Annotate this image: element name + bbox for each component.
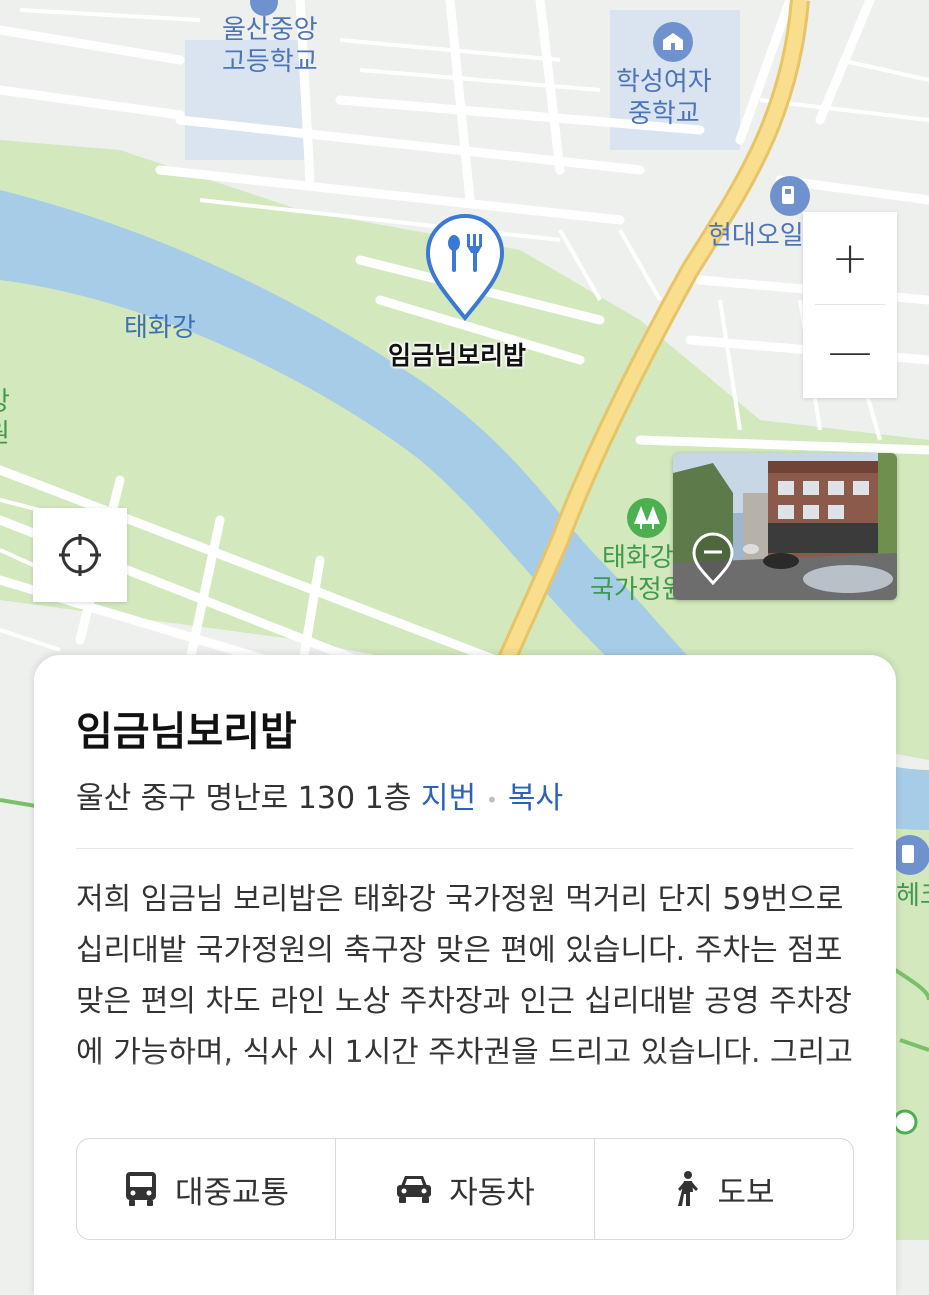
school-icon bbox=[653, 22, 693, 62]
address-text: 울산 중구 명난로 130 1층 bbox=[76, 781, 412, 816]
map-label-river: 태화강 bbox=[124, 313, 196, 343]
card-divider bbox=[76, 848, 854, 849]
place-description[interactable]: 저희 임금님 보리밥은 태화강 국가정원 먹거리 단지 59번으로 십리대밭 국… bbox=[76, 874, 856, 1092]
roadview-pin-icon bbox=[692, 532, 734, 586]
car-directions-button[interactable]: 자동차 bbox=[335, 1139, 594, 1239]
car-icon bbox=[397, 1176, 432, 1203]
place-info-card: 임금님보리밥 울산 중구 명난로 130 1층 지번 • 복사 저희 임금님 보리밥… bbox=[34, 655, 896, 1295]
walk-directions-button[interactable]: 도보 bbox=[594, 1139, 853, 1239]
transit-icon bbox=[892, 1109, 918, 1135]
transit-directions-button[interactable]: 대중교통 bbox=[77, 1139, 335, 1239]
map-label-park: 태화강 국가정원 bbox=[590, 543, 686, 605]
car-label: 자동차 bbox=[449, 1174, 535, 1211]
crosshair-icon bbox=[59, 534, 101, 576]
bus-icon bbox=[125, 1172, 156, 1206]
gas-station-icon bbox=[770, 176, 810, 216]
separator-dot: • bbox=[486, 787, 498, 812]
zoom-in-button[interactable]: + bbox=[803, 212, 897, 304]
current-location-button[interactable] bbox=[33, 508, 127, 602]
map-label-park-edge: 강 원 bbox=[0, 386, 10, 450]
map-label-school: 울산중앙 고등학교 bbox=[222, 15, 318, 77]
walk-icon bbox=[678, 1171, 699, 1206]
place-address: 울산 중구 명난로 130 1층 지번 • 복사 bbox=[76, 773, 563, 817]
park-icon bbox=[627, 498, 667, 538]
directions-bar: 대중교통 자동차 도보 bbox=[76, 1138, 854, 1240]
transit-label: 대중교통 bbox=[174, 1174, 290, 1211]
zoom-controls: + — bbox=[803, 212, 897, 398]
map-label-school: 학성여자 중학교 bbox=[616, 67, 712, 129]
zoom-out-button[interactable]: — bbox=[803, 305, 897, 397]
copy-address-link[interactable]: 복사 bbox=[508, 781, 563, 816]
map-label-right-edge: 헤크 bbox=[896, 881, 929, 911]
jibun-link[interactable]: 지번 bbox=[421, 781, 476, 816]
walk-label: 도보 bbox=[717, 1174, 775, 1211]
map-marker-label[interactable]: 임금님보리밥 bbox=[388, 336, 526, 372]
place-title: 임금님보리밥 bbox=[76, 709, 297, 755]
roadview-thumbnail[interactable] bbox=[673, 453, 897, 600]
